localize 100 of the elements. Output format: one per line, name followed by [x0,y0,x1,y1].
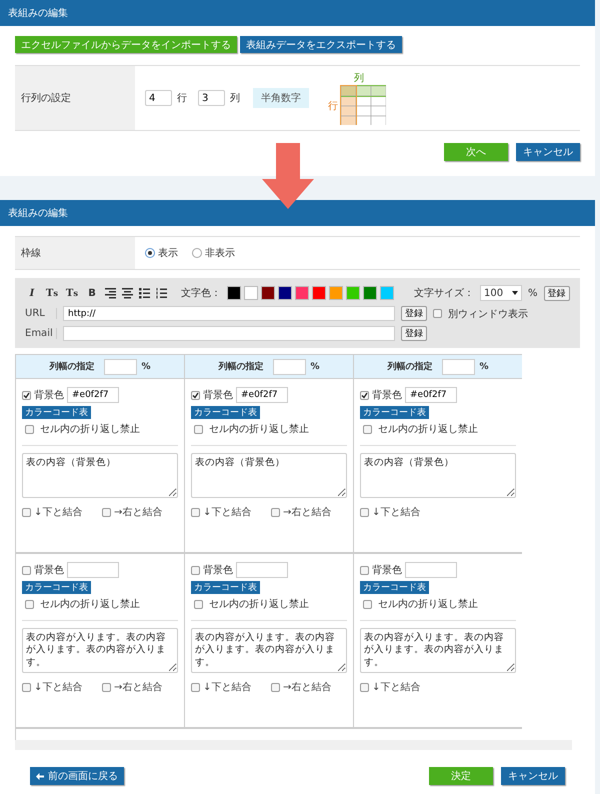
checkbox[interactable] [271,508,280,516]
color-code-button[interactable]: カラーコード表 [22,581,91,594]
checkbox[interactable] [191,390,200,400]
color-swatch[interactable] [227,286,241,300]
bold-button[interactable]: B [85,288,99,298]
color-swatch[interactable] [380,286,394,300]
color-input[interactable]: #e0f2f7 [405,387,457,403]
checkbox-label: 別ウィンドウ表示 [448,308,528,320]
checkbox[interactable] [22,682,31,692]
color-code-button[interactable]: カラーコード表 [360,406,429,419]
down-arrow [262,143,314,209]
email-input[interactable] [63,326,395,341]
checkbox-label: →右と結合 [283,506,332,519]
cols-input[interactable]: 3 [198,90,225,106]
rows-input[interactable]: 4 [145,90,172,106]
back-button[interactable]: 前の画面に戻る [30,767,124,785]
align-center-icon[interactable] [122,288,133,298]
checkbox[interactable] [191,508,200,516]
bullet-list-icon[interactable] [139,288,150,298]
table-diagram: 列 行 [328,71,386,125]
checkbox[interactable] [363,424,372,434]
checkbox[interactable] [360,682,369,692]
checkbox[interactable] [191,566,200,574]
hint-label: 半角数字 [253,88,309,108]
color-swatch[interactable] [295,286,309,300]
color-swatch[interactable] [363,286,377,300]
checkbox[interactable] [25,424,34,434]
checkbox-label: 背景色 [203,388,233,402]
color-code-button[interactable]: カラーコード表 [191,581,260,594]
checkbox-label: →右と結合 [114,506,162,519]
row-label: 枠線 [21,246,41,260]
cancel-button[interactable]: キャンセル [501,767,565,785]
checkbox[interactable] [22,508,31,516]
checkbox-label: ↓下と結合 [372,506,420,519]
color-swatch[interactable] [312,286,326,300]
register-button[interactable]: 登録 [401,306,427,321]
register-button[interactable]: 登録 [544,286,570,300]
color-input[interactable]: #e0f2f7 [236,387,288,403]
cancel-button[interactable]: キャンセル [516,143,580,161]
width-input[interactable] [442,358,476,374]
caret-icon [512,291,518,295]
width-input[interactable] [273,358,306,374]
align-right-icon[interactable] [105,288,116,298]
unit-label: 列 [230,92,240,105]
checkbox-label: セル内の折り返し禁止 [378,598,478,611]
color-input[interactable] [405,562,457,578]
checkbox-label: 背景色 [203,564,233,577]
checkbox[interactable] [191,682,200,692]
content-textarea[interactable]: 表の内容（背景色） [22,453,178,498]
color-input[interactable]: #e0f2f7 [67,387,119,403]
radio-button[interactable] [192,248,202,258]
color-swatch[interactable] [244,286,258,300]
column-heading: 列幅の指定 [387,360,432,373]
checkbox-label: 背景色 [34,564,64,577]
content-textarea[interactable]: 表の内容が入ります。表の内容が入ります。表の内容が入ります。 [22,628,178,673]
italic-button[interactable]: I [25,288,39,298]
content-textarea[interactable]: 表の内容（背景色） [191,453,347,498]
unit-label: % [528,288,538,298]
checkbox[interactable] [360,390,369,400]
checkbox[interactable] [22,390,31,400]
checkbox[interactable] [360,566,369,574]
color-code-button[interactable]: カラーコード表 [191,406,260,419]
horizontal-scrollbar[interactable] [15,740,572,750]
content-textarea[interactable]: 表の内容が入ります。表の内容が入ります。表の内容が入ります。 [360,628,516,673]
checkbox[interactable] [363,600,372,608]
text-color-label: 文字色： [181,286,221,300]
color-input[interactable] [236,562,288,578]
register-button[interactable]: 登録 [401,326,427,341]
width-input[interactable] [104,358,138,374]
checkbox[interactable] [360,508,369,516]
content-textarea[interactable]: 表の内容が入ります。表の内容が入ります。表の内容が入ります。 [191,628,347,673]
unit-label: 行 [177,92,187,105]
color-swatch[interactable] [261,286,275,300]
checkbox[interactable] [194,600,203,608]
color-code-button[interactable]: カラーコード表 [22,406,91,419]
checkbox[interactable] [25,600,34,608]
color-swatch[interactable] [346,286,360,300]
checkbox[interactable] [433,309,442,318]
color-input[interactable] [67,562,119,578]
arrow-icon [36,772,44,780]
checkbox-label: セル内の折り返し禁止 [209,422,309,436]
font-size-label: 文字サイズ： [414,286,474,300]
panel-title: 表組みの編集 [0,200,595,226]
checkbox-label: 背景色 [372,388,402,402]
checkbox[interactable] [194,424,203,434]
numbered-list-icon[interactable] [156,288,167,298]
url-input[interactable]: http:// [63,306,395,321]
checkbox-label: ↓下と結合 [34,506,82,519]
color-code-button[interactable]: カラーコード表 [360,581,429,594]
checkbox[interactable] [271,682,280,692]
unit-label: % [310,362,320,372]
checkbox[interactable] [22,566,31,574]
checkbox[interactable] [102,682,111,692]
radio-button[interactable] [145,248,155,258]
content-textarea[interactable]: 表の内容（背景色） [360,453,516,498]
color-swatch[interactable] [329,286,343,300]
checkbox[interactable] [102,508,111,516]
font-size-select[interactable]: 100 [480,285,522,301]
export-button[interactable]: 表組みデータをエクスポートする [240,36,402,53]
color-swatch[interactable] [278,286,292,300]
